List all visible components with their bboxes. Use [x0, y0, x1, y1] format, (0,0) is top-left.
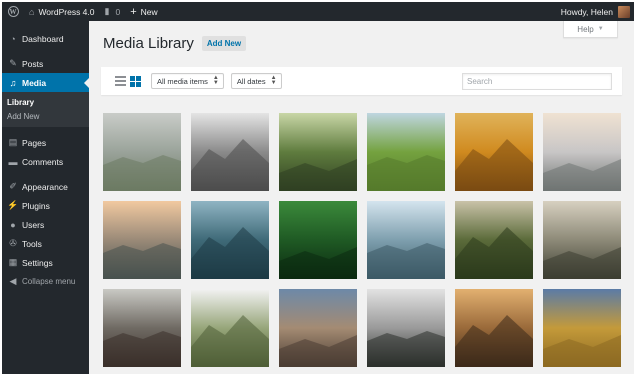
- collapse-arrow-icon: ◀: [9, 276, 17, 286]
- collapse-menu-label: Collapse menu: [22, 277, 76, 286]
- sidebar-item-label: Media: [22, 77, 47, 88]
- page-header: Media Library Add New: [103, 35, 247, 52]
- mountain-glacier-photo[interactable]: [191, 113, 269, 191]
- submenu-item-add-new[interactable]: Add New: [2, 109, 89, 123]
- wordpress-logo-icon: W: [7, 6, 19, 17]
- forest-sunlight-photo[interactable]: [279, 113, 357, 191]
- comments-count: 0: [115, 6, 121, 17]
- green-hills-photo[interactable]: [367, 113, 445, 191]
- sidebar-item-settings[interactable]: ▦ Settings: [2, 253, 89, 272]
- date-filter[interactable]: All dates ▲ ▼: [230, 73, 282, 89]
- help-label: Help: [577, 24, 594, 34]
- new-content-link[interactable]: + New: [125, 2, 162, 21]
- howdy-label: Howdy, Helen: [560, 6, 613, 17]
- page-title: Media Library: [103, 35, 194, 52]
- pine-forest-fog-photo[interactable]: [367, 289, 445, 367]
- lake-islands-photo[interactable]: [191, 201, 269, 279]
- pushpin-icon: ✎: [9, 58, 17, 68]
- settings-icon: ▦: [8, 257, 18, 267]
- sidebar-item-comments[interactable]: ▬ Comments: [2, 152, 89, 171]
- snow-ridge-photo[interactable]: [191, 289, 269, 367]
- sidebar-item-label: Comments: [22, 156, 64, 167]
- date-filter-value: All dates: [236, 76, 266, 86]
- sidebar-item-label: Posts: [22, 58, 44, 69]
- desert-road-photo[interactable]: [279, 289, 357, 367]
- green-leaves-photo[interactable]: [279, 201, 357, 279]
- mountain-lake-dusk-photo[interactable]: [543, 201, 621, 279]
- wrench-icon: ✇: [9, 238, 17, 248]
- sidebar-item-label: Dashboard: [22, 33, 64, 44]
- select-arrows-icon: ▲ ▼: [212, 75, 219, 86]
- user-icon: ●: [10, 219, 16, 230]
- misty-valley-photo[interactable]: [103, 113, 181, 191]
- site-name-link[interactable]: ⌂ WordPress 4.0: [24, 2, 100, 21]
- comment-bubble-icon: ▮: [104, 6, 110, 16]
- caret-down-icon: ▼: [597, 26, 604, 32]
- search-placeholder: Search: [467, 76, 493, 86]
- grid-view-icon[interactable]: [129, 75, 141, 87]
- sidebar-item-pages[interactable]: ▤ Pages: [2, 133, 89, 152]
- list-view-icon[interactable]: [114, 75, 126, 87]
- snowy-trees-photo[interactable]: [543, 113, 621, 191]
- site-name-label: WordPress 4.0: [38, 6, 95, 17]
- sidebar-item-users[interactable]: ● Users: [2, 215, 89, 234]
- media-toolbar: All media items ▲ ▼ All dates ▲ ▼ Search: [101, 67, 622, 95]
- waterfall-rocks-photo[interactable]: [103, 289, 181, 367]
- select-arrows-icon: ▲ ▼: [270, 75, 277, 86]
- admin-bar: W ⌂ WordPress 4.0 ▮ 0 + New Howdy, Helen: [2, 2, 634, 21]
- add-new-button[interactable]: Add New: [201, 36, 247, 51]
- new-content-label: New: [140, 6, 158, 17]
- search-input[interactable]: Search: [462, 72, 612, 90]
- media-icon: ♫: [9, 77, 17, 88]
- comment-icon: ▬: [8, 156, 18, 167]
- sidebar-item-label: Pages: [22, 137, 47, 148]
- plus-icon: +: [130, 5, 137, 18]
- sidebar-item-label: Appearance: [22, 181, 68, 192]
- sidebar-item-appearance[interactable]: ✐ Appearance: [2, 177, 89, 196]
- lake-sky-photo[interactable]: [367, 201, 445, 279]
- page-icon: ▤: [8, 137, 18, 147]
- sidebar-item-plugins[interactable]: ⚡ Plugins: [2, 196, 89, 215]
- media-type-filter[interactable]: All media items ▲ ▼: [151, 73, 224, 89]
- forest-cabin-photo[interactable]: [455, 201, 533, 279]
- sidebar-item-posts[interactable]: ✎ Posts: [2, 54, 89, 73]
- comments-link[interactable]: ▮ 0: [100, 2, 126, 21]
- submenu-item-library[interactable]: Library: [2, 95, 89, 109]
- sidebar-item-label: Users: [22, 219, 45, 230]
- sidebar-item-label: Tools: [22, 238, 42, 249]
- avatar: [618, 5, 630, 18]
- admin-sidebar: ◔ Dashboard ✎ Posts ♫ Media Library Add …: [2, 21, 89, 374]
- main-content: Help ▼ Media Library Add New All media i…: [89, 21, 634, 374]
- sidebar-item-label: Plugins: [22, 200, 50, 211]
- golden-hills-photo[interactable]: [543, 289, 621, 367]
- sidebar-item-media[interactable]: ♫ Media: [2, 73, 89, 92]
- sidebar-item-tools[interactable]: ✇ Tools: [2, 234, 89, 253]
- media-submenu: Library Add New: [2, 92, 89, 127]
- media-type-filter-value: All media items: [157, 76, 208, 86]
- wp-logo-menu[interactable]: W: [2, 2, 24, 21]
- sidebar-item-dashboard[interactable]: ◔ Dashboard: [2, 29, 89, 48]
- cliff-sunset-photo[interactable]: [103, 201, 181, 279]
- my-account-link[interactable]: Howdy, Helen: [556, 2, 634, 21]
- sidebar-item-label: Settings: [22, 257, 53, 268]
- help-tab-button[interactable]: Help ▼: [563, 21, 618, 38]
- media-grid: [103, 113, 621, 367]
- dashboard-icon: ◔: [10, 33, 16, 44]
- paintbrush-icon: ✐: [9, 181, 17, 191]
- spiky-flower-photo[interactable]: [455, 113, 533, 191]
- coastal-cliffs-photo[interactable]: [455, 289, 533, 367]
- plugin-icon: ⚡: [7, 200, 19, 210]
- home-icon: ⌂: [29, 6, 35, 17]
- wp-admin-window: W ⌂ WordPress 4.0 ▮ 0 + New Howdy, Helen…: [2, 2, 634, 374]
- collapse-menu-button[interactable]: ◀ Collapse menu: [2, 272, 89, 291]
